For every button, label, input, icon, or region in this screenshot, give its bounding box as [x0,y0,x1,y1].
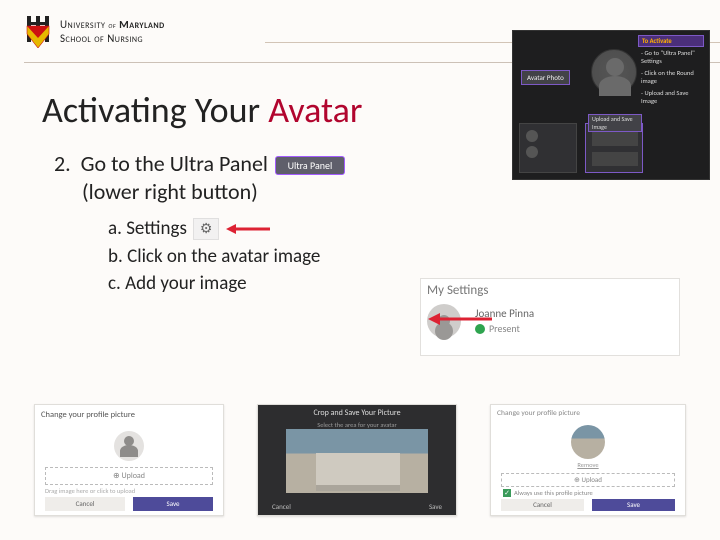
shield-icon [24,16,52,48]
university-line: University of Maryland [60,19,165,32]
crop-picture-dialog: Crop and Save Your Picture Select the ar… [257,404,457,516]
avatar-photo-label: Avatar Photo [521,70,570,85]
arrow-red-icon [428,312,492,326]
change-picture-dialog-2: Change your profile picture Remove ⊕ Upl… [490,404,686,516]
upload-dropzone: ⊕ Upload [501,473,675,487]
arrow-red-icon [226,222,270,236]
upload-dropzone: ⊕ Upload [45,467,213,485]
cancel-button: Cancel [45,497,125,511]
cancel-button: Cancel [501,499,584,511]
my-settings-header: My Settings [427,283,673,298]
substep-b: b. Click on the avatar image [108,243,720,271]
avatar-preview-image [571,425,605,459]
bottom-screenshots: Change your profile picture ⊕ Upload Dra… [34,404,686,516]
activation-diagram: Avatar Photo To Activate - Go to "Ultra … [512,30,710,180]
save-button: Save [133,497,213,511]
school-line: School of Nursing [60,33,165,46]
ultra-panel-badge: Ultra Panel [275,156,345,175]
to-activate-panel: To Activate - Go to "Ultra Panel" Settin… [638,35,704,107]
gear-icon: ⚙ [193,218,219,240]
diagram-mini-right: Upload and Save Image [585,123,643,173]
always-use-checkbox: ✓Always use this profile picture [503,489,593,497]
substep-a: a. Settings ⚙ [108,215,720,243]
checkbox-checked-icon: ✓ [503,489,511,497]
umd-logo: University of Maryland School of Nursing [24,16,165,48]
diagram-mini-left [519,123,577,173]
change-picture-dialog-1: Change your profile picture ⊕ Upload Dra… [34,404,224,516]
remove-link: Remove [577,461,598,469]
avatar-placeholder-icon [114,431,144,461]
crop-preview-image [286,429,428,493]
avatar-placeholder-icon [591,49,637,95]
save-button: Save [592,499,675,511]
